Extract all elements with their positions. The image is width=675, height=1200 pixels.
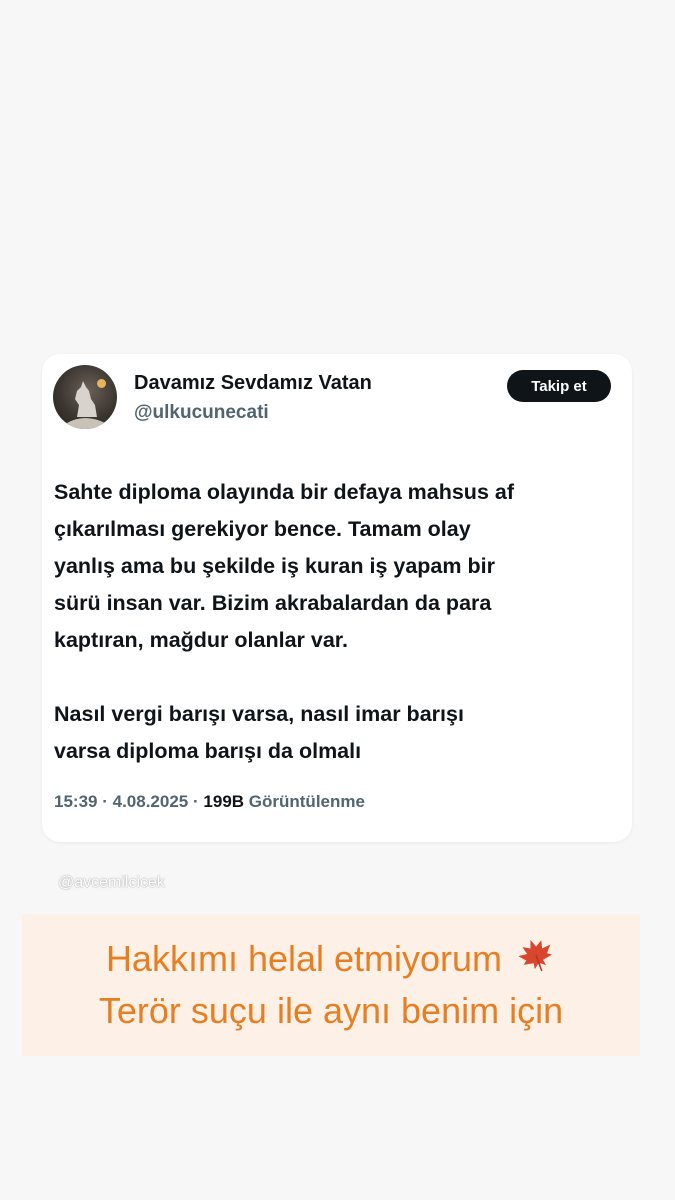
caption-line-2: Terör suçu ile aynı benim için [98, 990, 564, 1031]
meta-separator: · [193, 792, 199, 811]
meta-separator: · [102, 792, 108, 811]
tweet-paragraph-1: Sahte diploma olayında bir defaya mahsus… [54, 480, 514, 652]
caption-line-1: Hakkımı helal etmiyorum [22, 937, 640, 980]
views-label: Görüntülenme [248, 792, 365, 811]
wolf-icon [67, 381, 105, 429]
tweet-card: Davamız Sevdamız Vatan @ulkucunecati Tak… [42, 354, 632, 842]
caption-box: Hakkımı helal etmiyorum Terör suçu ile a… [22, 914, 640, 1056]
author-name[interactable]: Davamız Sevdamız Vatan [134, 372, 372, 395]
maple-leaf-icon [518, 939, 552, 972]
tweet-time[interactable]: 15:39 [54, 792, 97, 811]
views-count: 199B [203, 792, 245, 811]
tweet-paragraph-2: Nasıl vergi barışı varsa, nasıl imar bar… [54, 702, 464, 763]
watermark: @avcemilcicek [58, 874, 165, 891]
tweet-meta: 15:39 · 4.08.2025 · 199B Görüntülenme [54, 792, 365, 812]
tweet-date[interactable]: 4.08.2025 [113, 792, 189, 811]
caption-text-1: Hakkımı helal etmiyorum [105, 938, 503, 979]
avatar[interactable] [53, 365, 117, 429]
follow-button[interactable]: Takip et [507, 370, 611, 402]
author-handle[interactable]: @ulkucunecati [134, 402, 269, 424]
tweet-text: Sahte diploma olayında bir defaya mahsus… [54, 474, 624, 770]
